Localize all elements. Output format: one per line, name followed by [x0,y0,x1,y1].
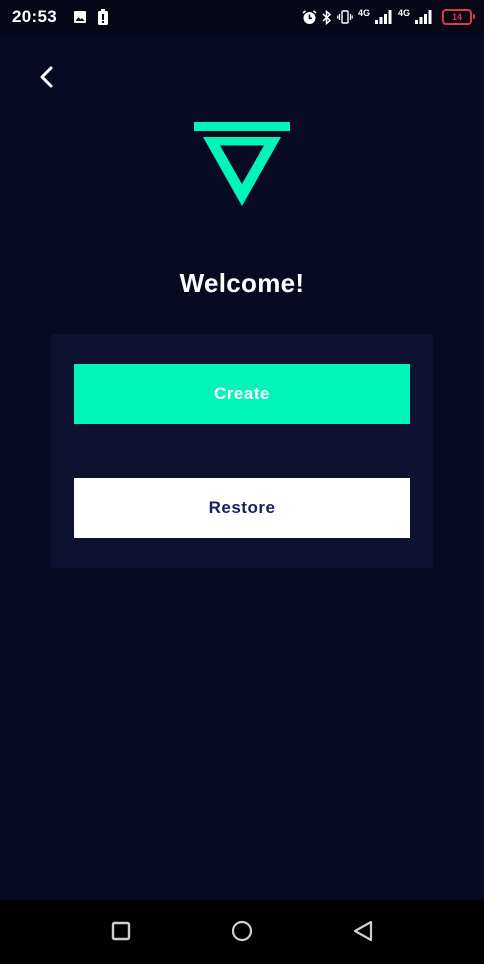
navigation-bar [0,900,484,964]
chevron-left-icon [38,66,56,93]
page-title: Welcome! [179,268,305,298]
triangle-logo [193,122,291,208]
bluetooth-icon [322,9,332,25]
home-button[interactable] [227,918,257,948]
network-type-1: 4G [357,8,370,18]
signal-icon [415,10,433,24]
home-icon [231,920,253,947]
restore-button[interactable]: Restore [74,478,410,538]
signal-icon [374,10,393,24]
battery-icon: 14 [442,9,475,25]
back-icon [352,920,374,947]
battery-saver-icon [97,9,109,25]
status-right-icons: 4G 4G 14 [302,8,475,25]
status-left-icons [73,9,109,25]
nav-back-button[interactable] [348,918,378,948]
battery-level: 14 [451,12,462,22]
alarm-icon [302,9,317,25]
network-type-2: 4G [397,8,410,18]
recent-apps-icon [111,921,131,946]
action-panel: Create Restore [51,334,433,568]
status-time: 20:53 [12,7,57,26]
create-button[interactable]: Create [74,364,410,424]
recent-apps-button[interactable] [106,918,136,948]
back-button[interactable] [30,62,64,96]
image-icon [73,10,87,24]
status-bar: 20:53 4G 4G 14 [0,0,484,34]
vibrate-icon [337,10,353,24]
